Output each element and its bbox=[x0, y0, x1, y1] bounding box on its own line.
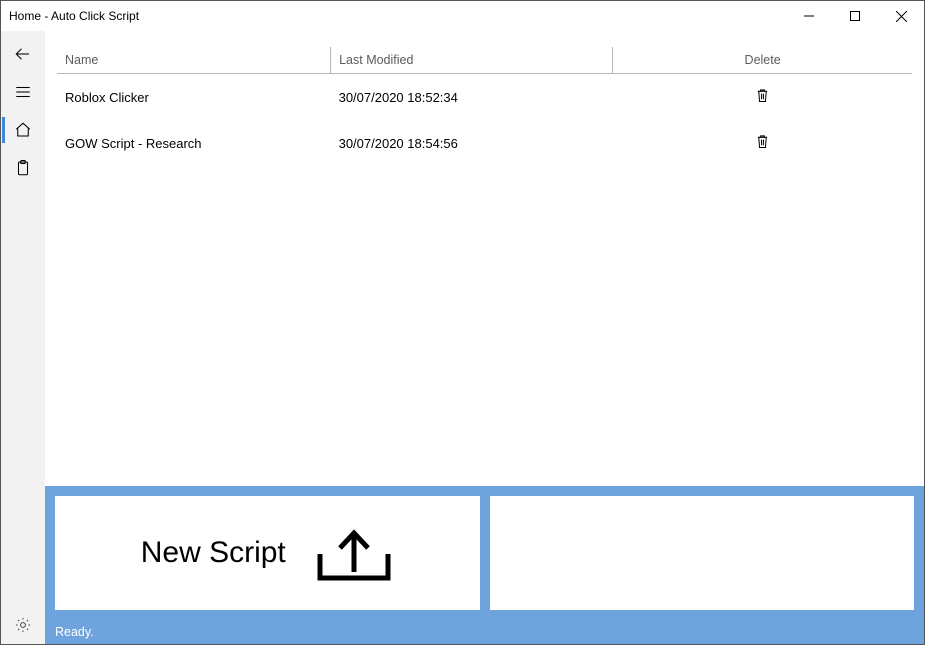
script-table: Name Last Modified Delete Roblox Clicker… bbox=[57, 47, 912, 166]
sidebar-item-settings[interactable] bbox=[1, 606, 45, 644]
cell-name: Roblox Clicker bbox=[57, 74, 331, 121]
close-button[interactable] bbox=[878, 1, 924, 31]
maximize-icon bbox=[850, 11, 860, 21]
minimize-button[interactable] bbox=[786, 1, 832, 31]
window-title: Home - Auto Click Script bbox=[9, 9, 139, 23]
cell-modified: 30/07/2020 18:52:34 bbox=[331, 74, 613, 121]
maximize-button[interactable] bbox=[832, 1, 878, 31]
sidebar bbox=[1, 31, 45, 644]
trash-icon bbox=[756, 134, 769, 149]
col-header-delete: Delete bbox=[613, 47, 912, 74]
empty-tile[interactable] bbox=[490, 496, 915, 610]
window-controls bbox=[786, 1, 924, 31]
table-row[interactable]: Roblox Clicker 30/07/2020 18:52:34 bbox=[57, 74, 912, 121]
sidebar-item-scripts[interactable] bbox=[1, 149, 45, 187]
close-icon bbox=[896, 11, 907, 22]
upload-icon bbox=[314, 524, 394, 582]
new-script-label: New Script bbox=[141, 536, 286, 570]
cell-name: GOW Script - Research bbox=[57, 120, 331, 166]
delete-button[interactable] bbox=[756, 134, 769, 149]
sidebar-item-home[interactable] bbox=[1, 111, 45, 149]
home-icon bbox=[14, 121, 32, 139]
status-bar: Ready. bbox=[45, 620, 924, 644]
title-bar: Home - Auto Click Script bbox=[1, 1, 924, 31]
app-body: Name Last Modified Delete Roblox Clicker… bbox=[1, 31, 924, 644]
table-row[interactable]: GOW Script - Research 30/07/2020 18:54:5… bbox=[57, 120, 912, 166]
cell-delete bbox=[613, 120, 912, 166]
col-header-name[interactable]: Name bbox=[57, 47, 331, 74]
tile-row: New Script bbox=[45, 486, 924, 620]
clipboard-icon bbox=[14, 159, 32, 177]
script-table-wrap: Name Last Modified Delete Roblox Clicker… bbox=[45, 31, 924, 486]
hamburger-button[interactable] bbox=[1, 73, 45, 111]
back-button[interactable] bbox=[1, 35, 45, 73]
app-window: Home - Auto Click Script bbox=[0, 0, 925, 645]
back-arrow-icon bbox=[14, 45, 32, 63]
main-area: Name Last Modified Delete Roblox Clicker… bbox=[45, 31, 924, 644]
table-header: Name Last Modified Delete bbox=[57, 47, 912, 74]
col-header-modified[interactable]: Last Modified bbox=[331, 47, 613, 74]
new-script-tile[interactable]: New Script bbox=[55, 496, 480, 610]
cell-modified: 30/07/2020 18:54:56 bbox=[331, 120, 613, 166]
hamburger-icon bbox=[14, 83, 32, 101]
minimize-icon bbox=[804, 11, 814, 21]
gear-icon bbox=[14, 616, 32, 634]
trash-icon bbox=[756, 88, 769, 103]
status-text: Ready. bbox=[55, 625, 94, 639]
delete-button[interactable] bbox=[756, 88, 769, 103]
table-body: Roblox Clicker 30/07/2020 18:52:34 GOW S… bbox=[57, 74, 912, 167]
cell-delete bbox=[613, 74, 912, 121]
